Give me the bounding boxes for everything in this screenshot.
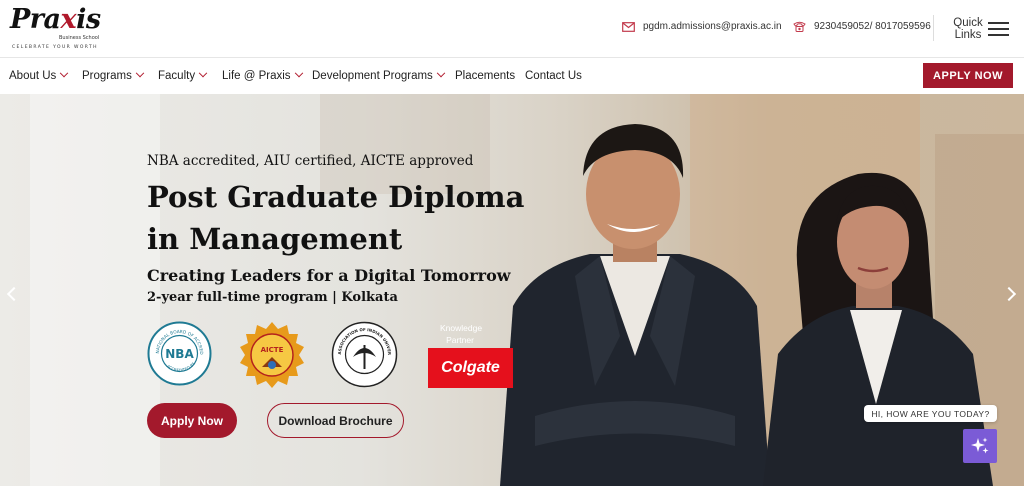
hero-title-line-2: in Management <box>147 222 403 256</box>
nav-life-at-praxis[interactable]: Life @ Praxis <box>222 68 303 82</box>
nav-about-us-label: About Us <box>9 70 57 82</box>
quick-links[interactable]: Quick Links <box>945 17 991 41</box>
nav-programs-label: Programs <box>82 70 132 82</box>
nav-placements[interactable]: Placements <box>455 70 515 82</box>
chat-greeting-bubble[interactable]: HI, HOW ARE YOU TODAY? <box>864 405 997 422</box>
email-contact[interactable]: pgdm.admissions@praxis.ac.in <box>622 21 782 32</box>
chevron-down-icon <box>198 68 208 78</box>
logo-tagline: CELEBRATE YOUR WORTH <box>12 45 98 50</box>
chevron-down-icon <box>60 68 69 78</box>
download-brochure-button[interactable]: Download Brochure <box>267 403 404 438</box>
hero-program: 2-year full-time program | Kolkata <box>147 290 398 305</box>
colgate-partner-logo: Colgate <box>428 348 513 388</box>
chat-launcher-button[interactable] <box>963 429 997 463</box>
hero-title: Post Graduate Diploma in Management <box>147 176 527 260</box>
header-divider <box>933 15 934 41</box>
quick-links-label-2: Links <box>954 29 982 41</box>
nav-life-label: Life @ Praxis <box>222 70 291 82</box>
praxis-logo[interactable]: Praxis Business School CELEBRATE YOUR WO… <box>10 4 102 54</box>
nav-development-programs[interactable]: Development Programs <box>312 68 446 82</box>
knowledge-partner-label-2: Partner <box>446 335 474 345</box>
hero-kicker: NBA accredited, AIU certified, AICTE app… <box>147 153 474 169</box>
chevron-down-icon <box>436 68 446 78</box>
hero-banner: NBA accredited, AIU certified, AICTE app… <box>0 94 1024 486</box>
svg-text:AICTE: AICTE <box>261 346 284 354</box>
hamburger-icon[interactable] <box>988 22 1009 36</box>
nba-badge-logo: NATIONAL BOARD OF ACCREDITATION ACCREDIT… <box>147 321 212 386</box>
phone-text: 9230459052/ 8017059596 <box>814 21 931 32</box>
knowledge-partner-label-1: Knowledge <box>440 323 483 333</box>
nav-contact-label: Contact Us <box>525 70 582 82</box>
top-header: Praxis Business School CELEBRATE YOUR WO… <box>0 0 1024 58</box>
hero-apply-now-button[interactable]: Apply Now <box>147 403 237 438</box>
logo-subtitle: Business School <box>59 35 100 41</box>
student-man-photo <box>500 124 770 486</box>
nav-placements-label: Placements <box>455 70 516 82</box>
hero-title-line-1: Post Graduate Diploma <box>147 180 525 214</box>
colgate-logo-text: Colgate <box>441 359 500 376</box>
aicte-badge-logo: AICTE <box>240 322 304 388</box>
quick-links-label-1: Quick <box>953 17 983 29</box>
aiu-badge-logo: ASSOCIATION OF INDIAN UNIVERSITIES <box>331 321 398 388</box>
hero-subtitle: Creating Leaders for a Digital Tomorrow <box>147 266 511 285</box>
phone-icon <box>793 21 806 32</box>
phone-contact[interactable]: 9230459052/ 8017059596 <box>793 21 931 32</box>
background-building <box>30 94 160 486</box>
svg-text:NBA: NBA <box>165 347 194 361</box>
nav-contact-us[interactable]: Contact Us <box>525 70 582 82</box>
chevron-left-icon[interactable] <box>6 286 22 302</box>
email-text: pgdm.admissions@praxis.ac.in <box>643 21 782 32</box>
chevron-down-icon <box>135 68 145 78</box>
apply-now-button[interactable]: APPLY NOW <box>923 63 1013 88</box>
logo-wordmark: Praxis <box>10 4 101 35</box>
nav-faculty-label: Faculty <box>158 70 196 82</box>
nav-about-us[interactable]: About Us <box>9 68 69 82</box>
nav-programs[interactable]: Programs <box>82 68 145 82</box>
nav-faculty[interactable]: Faculty <box>158 68 208 82</box>
main-nav: About Us Programs Faculty Life @ Praxis … <box>0 59 1024 94</box>
sparkle-icon <box>971 437 989 454</box>
nav-development-label: Development Programs <box>312 70 433 82</box>
chevron-down-icon <box>294 68 303 78</box>
mail-icon <box>622 21 635 32</box>
knowledge-partner-label: Knowledge Partner <box>440 322 483 346</box>
